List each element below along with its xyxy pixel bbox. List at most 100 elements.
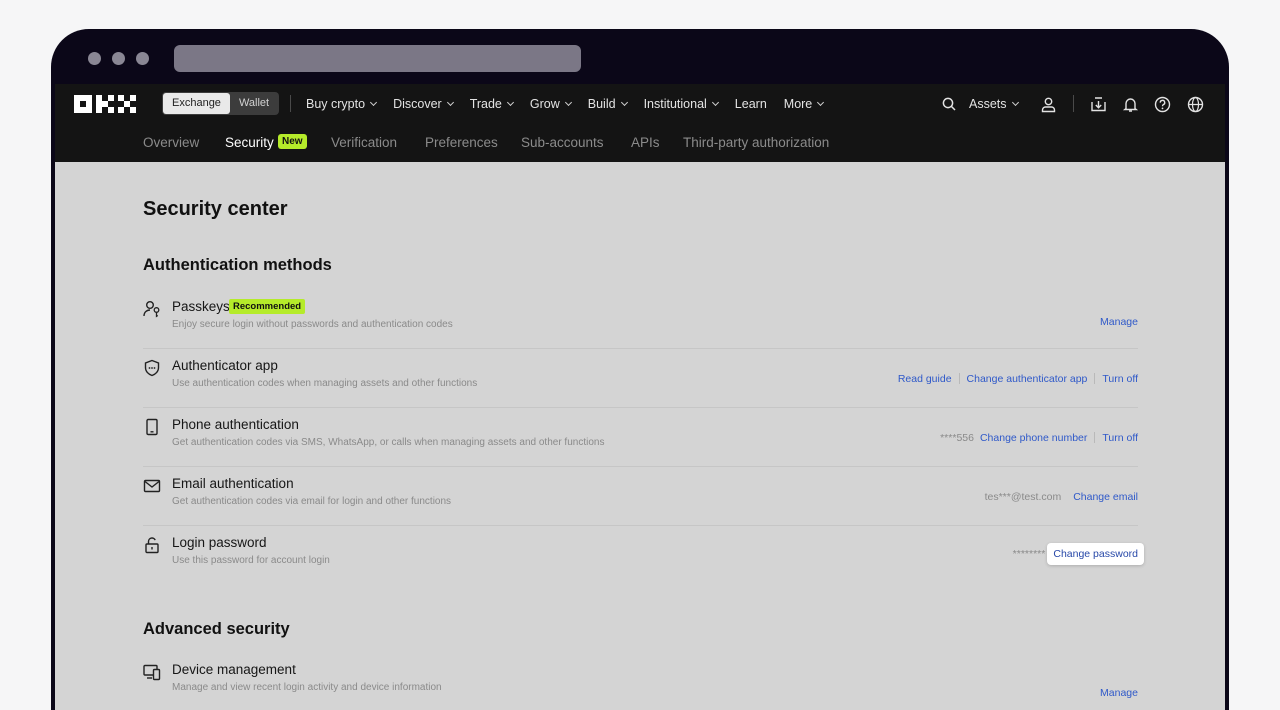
turn-off-phone-link[interactable]: Turn off (1102, 432, 1138, 444)
new-badge: New (278, 134, 307, 149)
change-email-link[interactable]: Change email (1073, 491, 1138, 503)
manage-devices-link[interactable]: Manage (1100, 687, 1138, 699)
chevron-down-icon (506, 98, 514, 107)
chevron-down-icon (370, 98, 378, 107)
account-tabs: Overview Security New Verification Prefe… (55, 124, 1225, 162)
manage-passkeys-link[interactable]: Manage (1100, 316, 1138, 328)
assets-menu[interactable]: Assets (969, 84, 1019, 124)
row-actions: Manage (1100, 292, 1138, 351)
menu-build[interactable]: Build (587, 97, 628, 111)
turn-off-authenticator-link[interactable]: Turn off (1102, 373, 1138, 385)
change-phone-number-link[interactable]: Change phone number (980, 432, 1087, 444)
shield-icon (144, 359, 160, 377)
menu-trade[interactable]: Trade (469, 97, 514, 111)
change-password-button[interactable]: Change password (1047, 542, 1144, 565)
row-title: Login password (172, 535, 267, 550)
row-actions: ****556 Change phone number Turn off (940, 408, 1138, 467)
user-icon[interactable] (1040, 96, 1057, 113)
chevron-down-icon (564, 98, 572, 107)
passkeys-row: Passkeys Recommended Enjoy secure login … (143, 290, 1138, 349)
menu-label: Discover (393, 97, 442, 111)
download-icon[interactable] (1090, 96, 1107, 113)
devices-icon (143, 664, 161, 681)
menu-label: Buy crypto (306, 97, 366, 111)
nav-divider (290, 95, 291, 112)
main-menu: Buy crypto Discover Trade Grow Build Ins… (306, 84, 840, 124)
tab-overview[interactable]: Overview (143, 135, 199, 150)
window-dot-icon (136, 52, 149, 65)
change-authenticator-app-link[interactable]: Change authenticator app (967, 373, 1088, 385)
exchange-wallet-toggle: Exchange Wallet (162, 92, 280, 115)
tab-preferences[interactable]: Preferences (425, 135, 498, 150)
phone-number-value: ****556 (940, 431, 974, 444)
email-value: tes***@test.com (984, 490, 1062, 503)
phone-icon (146, 418, 158, 436)
search-icon[interactable] (941, 96, 958, 113)
menu-buy-crypto[interactable]: Buy crypto (306, 97, 378, 111)
row-actions: ******** Change password (1013, 524, 1144, 583)
app-screen: Exchange Wallet Buy crypto Discover Trad… (55, 84, 1225, 710)
menu-discover[interactable]: Discover (393, 97, 454, 111)
top-navigation: Exchange Wallet Buy crypto Discover Trad… (55, 84, 1225, 124)
chevron-down-icon (711, 98, 719, 107)
menu-grow[interactable]: Grow (529, 97, 572, 111)
menu-label: More (783, 97, 813, 111)
row-title: Phone authentication (172, 417, 299, 432)
page-title: Security center (143, 198, 288, 220)
device-frame: Exchange Wallet Buy crypto Discover Trad… (51, 29, 1229, 710)
passkey-icon (143, 301, 160, 318)
row-description: Get authentication codes via SMS, WhatsA… (172, 437, 605, 448)
action-divider (1094, 373, 1096, 384)
chevron-down-icon (620, 98, 628, 107)
exchange-toggle[interactable]: Exchange (163, 93, 230, 114)
phone-authentication-row: Phone authentication Get authentication … (143, 408, 1138, 467)
window-dot-icon (112, 52, 125, 65)
address-bar[interactable] (174, 45, 581, 72)
row-title: Passkeys (172, 299, 230, 314)
chevron-down-icon (1011, 98, 1019, 107)
authenticator-app-row: Authenticator app Use authentication cod… (143, 349, 1138, 408)
wallet-toggle[interactable]: Wallet (230, 93, 278, 114)
bell-icon[interactable] (1122, 96, 1139, 113)
row-description: Use this password for account login (172, 555, 330, 566)
row-description: Use authentication codes when managing a… (172, 378, 478, 389)
tab-sub-accounts[interactable]: Sub-accounts (521, 135, 604, 150)
lock-icon (145, 537, 159, 554)
tab-third-party-authorization[interactable]: Third-party authorization (683, 135, 829, 150)
okx-logo[interactable] (74, 95, 140, 113)
menu-label: Grow (529, 97, 560, 111)
menu-label: Trade (469, 97, 502, 111)
help-icon[interactable] (1154, 96, 1171, 113)
menu-label: Build (587, 97, 616, 111)
menu-more[interactable]: More (783, 97, 825, 111)
chevron-down-icon (446, 98, 454, 107)
row-actions: Read guide Change authenticator app Turn… (898, 349, 1138, 408)
chevron-down-icon (817, 98, 825, 107)
auth-methods-heading: Authentication methods (143, 256, 332, 274)
row-description: Get authentication codes via email for l… (172, 496, 452, 507)
device-management-row: Device management Manage and view recent… (143, 653, 1138, 710)
mail-icon (143, 479, 161, 493)
tab-apis[interactable]: APIs (631, 135, 660, 150)
tab-security[interactable]: Security (225, 135, 274, 150)
row-title: Email authentication (172, 476, 294, 491)
menu-learn[interactable]: Learn (735, 97, 767, 111)
row-title: Device management (172, 662, 296, 677)
menu-label: Institutional (643, 97, 707, 111)
advanced-security-heading: Advanced security (143, 620, 290, 638)
menu-label: Learn (734, 97, 767, 111)
password-value: ******** (1012, 547, 1046, 560)
read-guide-link[interactable]: Read guide (898, 373, 952, 385)
globe-icon[interactable] (1187, 96, 1204, 113)
row-description: Manage and view recent login activity an… (172, 682, 442, 693)
nav-divider (1073, 95, 1074, 112)
menu-institutional[interactable]: Institutional (643, 97, 719, 111)
row-title: Authenticator app (172, 358, 278, 373)
email-authentication-row: Email authentication Get authentication … (143, 467, 1138, 526)
window-dot-icon (88, 52, 101, 65)
tab-verification[interactable]: Verification (331, 135, 397, 150)
okx-logo-icon (74, 95, 136, 113)
action-divider (958, 373, 960, 384)
assets-label: Assets (969, 97, 1007, 111)
row-actions: Manage (1100, 663, 1138, 710)
